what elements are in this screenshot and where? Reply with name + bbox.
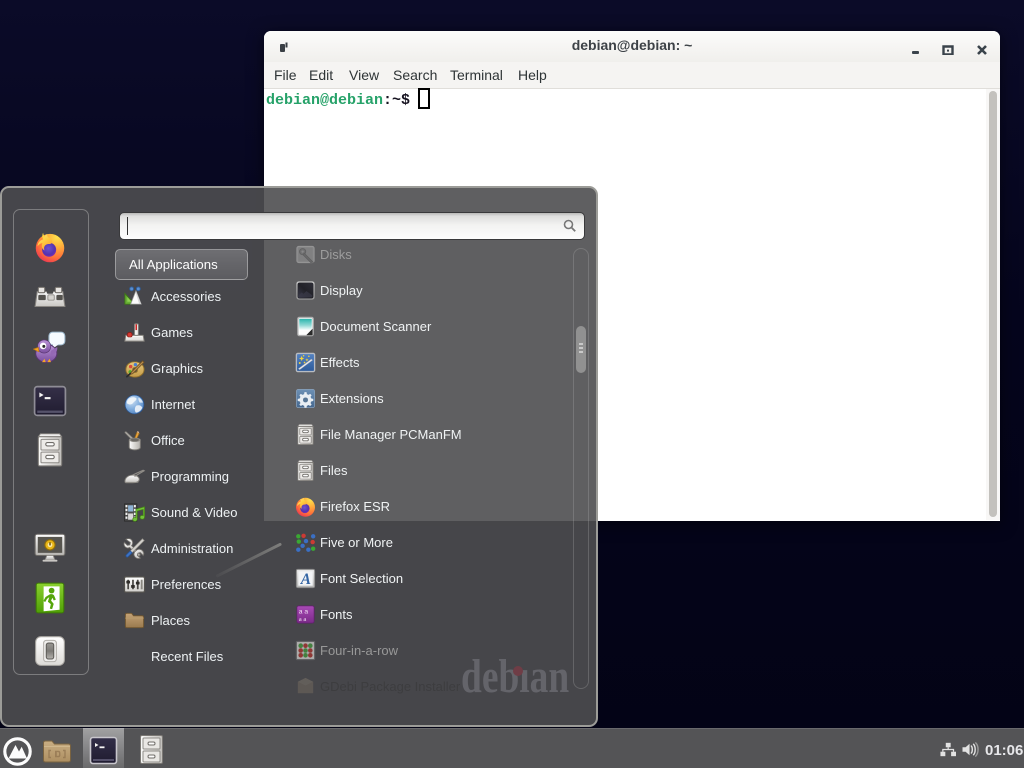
svg-text:A: A — [300, 571, 311, 588]
svg-text:a a: a a — [299, 616, 307, 623]
svg-text:a a: a a — [299, 609, 309, 616]
